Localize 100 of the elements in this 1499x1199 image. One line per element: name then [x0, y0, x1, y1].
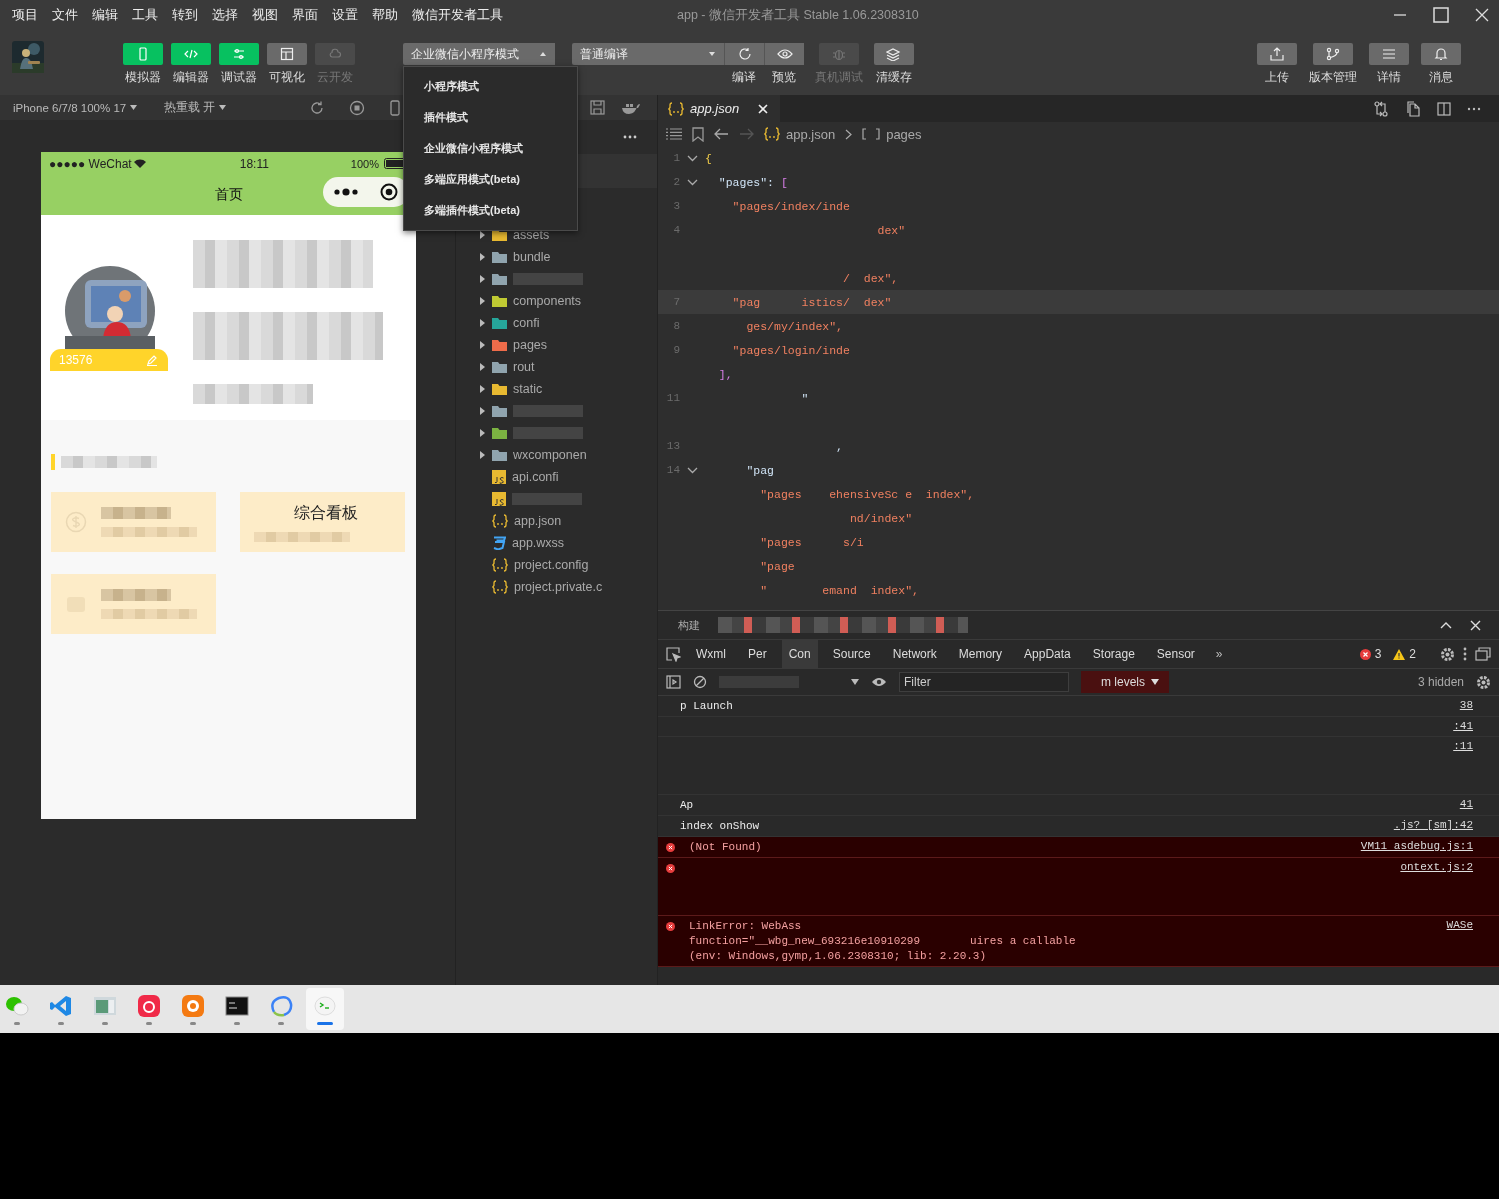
file-name[interactable]: pages [513, 338, 548, 352]
code-text: ], [717, 367, 733, 381]
status-time: 18:11 [239, 156, 269, 171]
code-text: "pag [745, 463, 774, 477]
menu-item[interactable]: 编辑 [86, 6, 126, 24]
line-number: 4 [673, 224, 680, 236]
toolbar-label: 模拟器 [125, 69, 161, 86]
line-number: 11 [666, 392, 680, 404]
file-name[interactable]: assets [513, 228, 550, 242]
code-text: dex" [876, 223, 906, 237]
file-name[interactable]: bundle [513, 250, 551, 264]
code-text: , [835, 439, 844, 453]
source-link[interactable]: :11 [1453, 740, 1473, 752]
toolbar-label: 编辑器 [173, 69, 209, 86]
toolbar-label: 云开发 [317, 69, 353, 86]
code-text: "pages ehensiveSc e index", [759, 487, 975, 501]
dropdown-item[interactable]: 多端应用模式(beta) [404, 164, 577, 195]
devtools-tab[interactable]: Sensor [1149, 640, 1202, 668]
line-number: 14 [666, 464, 680, 476]
menu-item[interactable]: 视图 [246, 6, 286, 24]
file-name[interactable]: app.json [514, 514, 562, 528]
filter-field[interactable]: Filter [899, 672, 1069, 692]
menu-item[interactable]: 项目 [6, 6, 46, 24]
devtools-tab[interactable]: Memory [951, 640, 1010, 668]
window-title: app - 微信开发者工具 Stable 1.06.2308310 [677, 6, 919, 24]
hot-reload-select[interactable]: 热重载 开 [151, 100, 216, 115]
phone-number: 13576 [59, 353, 93, 367]
file-name[interactable]: project.config [514, 558, 589, 572]
warning-count: 2 [1409, 647, 1416, 661]
log-text: LinkError: WebAss [689, 919, 802, 934]
line-number: 13 [666, 440, 680, 452]
menu-item[interactable]: 微信开发者工具 [406, 6, 511, 24]
more-tabs[interactable]: » [1209, 647, 1229, 661]
code-text: / dex", [842, 271, 899, 285]
dropdown-item[interactable]: 插件模式 [404, 102, 577, 133]
toolbar-label: 上传 [1265, 69, 1289, 86]
code-text: { [705, 151, 712, 165]
code-text: "pages/index/inde [731, 199, 850, 213]
file-name[interactable]: wxcomponen [513, 448, 587, 462]
devtools-tab[interactable]: Per [741, 640, 774, 668]
source-link[interactable]: ontext.js:2 [1400, 861, 1473, 873]
dropdown-item[interactable]: 多端插件模式(beta) [404, 195, 577, 226]
toolbar-label: 消息 [1429, 69, 1453, 86]
menu-item[interactable]: 文件 [46, 6, 86, 24]
panel-tab[interactable]: 构建 [678, 617, 700, 633]
code-text: ges/my/index", [745, 319, 844, 333]
file-name[interactable]: app.wxss [512, 536, 565, 550]
hidden-count: 3 hidden [1417, 675, 1464, 689]
file-name[interactable]: components [513, 294, 582, 308]
levels-select[interactable]: m levels [1081, 671, 1169, 693]
file-name[interactable]: confi [513, 316, 540, 330]
source-link[interactable]: :41 [1453, 720, 1473, 732]
log-text: p Launch [680, 699, 733, 714]
file-name[interactable]: static [513, 382, 543, 396]
dropdown-item[interactable]: 小程序模式 [404, 71, 577, 102]
code-text: nd/index" [848, 511, 913, 525]
log-text: uires a callable [970, 934, 1076, 949]
devtools-tab[interactable]: AppData [1017, 640, 1078, 668]
tab-label: app.json [690, 101, 740, 116]
source-link[interactable]: 38 [1459, 699, 1473, 711]
compile-select[interactable]: 普通编译 [572, 43, 724, 65]
menu-item[interactable]: 界面 [286, 6, 326, 24]
code-text: "pages": [ [717, 175, 788, 189]
file-name[interactable]: project.private.c [514, 580, 603, 594]
devtools-tab[interactable]: Network [885, 640, 944, 668]
devtools-tab[interactable]: Wxml [689, 640, 733, 668]
devtools-tab[interactable]: Storage [1085, 640, 1142, 668]
source-link[interactable]: 41 [1459, 798, 1473, 810]
editor-tab[interactable]: app.json [658, 95, 780, 122]
dropdown-item[interactable]: 企业微信小程序模式 [404, 133, 577, 164]
toolbar-label: 详情 [1377, 69, 1401, 86]
battery-text: 100% [350, 157, 379, 170]
log-text: (Not Found) [689, 840, 762, 855]
line-number: 3 [673, 200, 680, 212]
line-number: 9 [673, 344, 680, 356]
code-text: "page [759, 559, 795, 573]
log-text: (env: Windows,gymp,1.06.2308310; lib: 2.20.3) [689, 949, 987, 964]
devtools-tab[interactable]: Source [825, 640, 878, 668]
devtools-tab[interactable]: Con [781, 640, 818, 668]
carrier-text: ●●●●● WeChat [49, 156, 132, 171]
menu-item[interactable]: 帮助 [366, 6, 406, 24]
menu-item[interactable]: 工具 [126, 6, 166, 24]
code-text: "pages s/i [759, 535, 864, 549]
source-link[interactable]: .js? [sm]:42 [1393, 819, 1473, 831]
file-name[interactable]: api.confi [512, 470, 559, 484]
menu-item[interactable]: 转到 [166, 6, 206, 24]
breadcrumb-item[interactable]: pages [886, 126, 922, 142]
menu-item[interactable]: 选择 [206, 6, 246, 24]
error-count: 3 [1374, 647, 1382, 661]
breadcrumb-item[interactable]: app.json [786, 126, 836, 142]
source-link[interactable]: WASe [1446, 919, 1473, 931]
menu-item[interactable]: 设置 [326, 6, 366, 24]
menu-card[interactable]: 综合看板 [240, 492, 405, 552]
file-name[interactable]: rout [513, 360, 535, 374]
toolbar-label: 预览 [772, 69, 796, 86]
device-select[interactable]: iPhone 6/7/8 100% 17 [0, 101, 127, 114]
mode-select[interactable]: 企业微信小程序模式 [403, 43, 555, 65]
toolbar-label: 版本管理 [1309, 69, 1357, 86]
toolbar-label: 可视化 [269, 69, 305, 86]
source-link[interactable]: VM11 asdebug.js:1 [1360, 840, 1473, 852]
